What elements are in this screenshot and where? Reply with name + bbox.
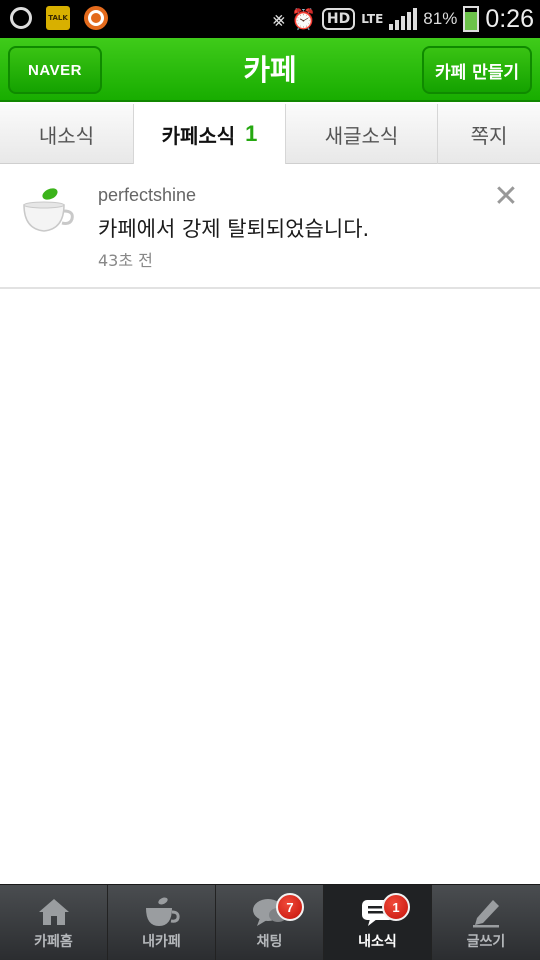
app-header: NAVER 카페 카페 만들기: [0, 38, 540, 102]
nav-label: 내카페: [142, 934, 181, 950]
bottom-nav: 카페홈 내카페 7 채팅 1 내소식 글쓰기: [0, 884, 540, 960]
lte-icon: LTE: [361, 12, 384, 26]
notification-icons: TALK: [10, 6, 108, 30]
nav-label: 글쓰기: [466, 934, 506, 950]
news-count-badge: 1: [382, 893, 410, 921]
orange-app-icon: [84, 6, 108, 30]
nav-label: 내소식: [358, 934, 397, 950]
naver-button[interactable]: NAVER: [8, 46, 102, 94]
notification-time: 43초 전: [98, 251, 153, 270]
tab-cafe-news[interactable]: 카페소식 1: [134, 104, 286, 164]
hd-icon: HD: [321, 8, 356, 30]
create-cafe-button[interactable]: 카페 만들기: [422, 46, 532, 94]
tab-bar: 내소식 카페소식 1 새글소식 쪽지: [0, 104, 540, 164]
signal-icon: [389, 8, 418, 30]
nav-label: 채팅: [256, 934, 283, 950]
chat-count-badge: 7: [276, 893, 304, 921]
tab-messages[interactable]: 쪽지: [438, 104, 540, 164]
notification-message: 카페에서 강제 탈퇴되었습니다.: [98, 217, 370, 241]
nav-label: 카페홈: [34, 934, 73, 950]
tab-label: 카페소식: [161, 123, 236, 148]
clock: 0:26: [485, 4, 534, 33]
tab-label: 쪽지: [470, 123, 508, 148]
home-icon: [34, 895, 74, 929]
status-bar: TALK ⨳ ⏰ HD LTE 81% 0:26: [0, 0, 540, 38]
cup-icon: [142, 895, 182, 929]
alarm-icon: ⏰: [291, 7, 316, 31]
mute-icon: ⨳: [272, 7, 285, 31]
nav-my-cafe[interactable]: 내카페: [108, 885, 216, 960]
notification-user: perfectshine: [98, 185, 197, 205]
notification-item[interactable]: perfectshine 카페에서 강제 탈퇴되었습니다. 43초 전 ✕: [0, 165, 540, 289]
nav-chat[interactable]: 7 채팅: [216, 885, 324, 960]
close-icon[interactable]: ✕: [490, 181, 522, 213]
tab-new-posts[interactable]: 새글소식: [286, 104, 438, 164]
kakaotalk-label: TALK: [48, 14, 68, 22]
battery-percent: 81%: [423, 9, 458, 28]
system-icons: ⨳ ⏰ HD LTE 81% 0:26: [273, 0, 534, 38]
battery-fill: [465, 12, 478, 30]
pen-icon: [466, 895, 506, 929]
g-app-icon: [10, 7, 32, 29]
kakaotalk-icon: TALK: [46, 6, 70, 30]
cafe-cup-icon: [23, 188, 74, 232]
tab-label: 새글소식: [324, 123, 399, 148]
tab-count-badge: 1: [245, 121, 258, 146]
tab-label: 내소식: [38, 123, 95, 148]
nav-cafe-home[interactable]: 카페홈: [0, 885, 108, 960]
tab-my-news[interactable]: 내소식: [0, 104, 134, 164]
nav-write[interactable]: 글쓰기: [432, 885, 540, 960]
nav-my-news[interactable]: 1 내소식: [324, 885, 432, 960]
battery-icon: [463, 6, 480, 32]
